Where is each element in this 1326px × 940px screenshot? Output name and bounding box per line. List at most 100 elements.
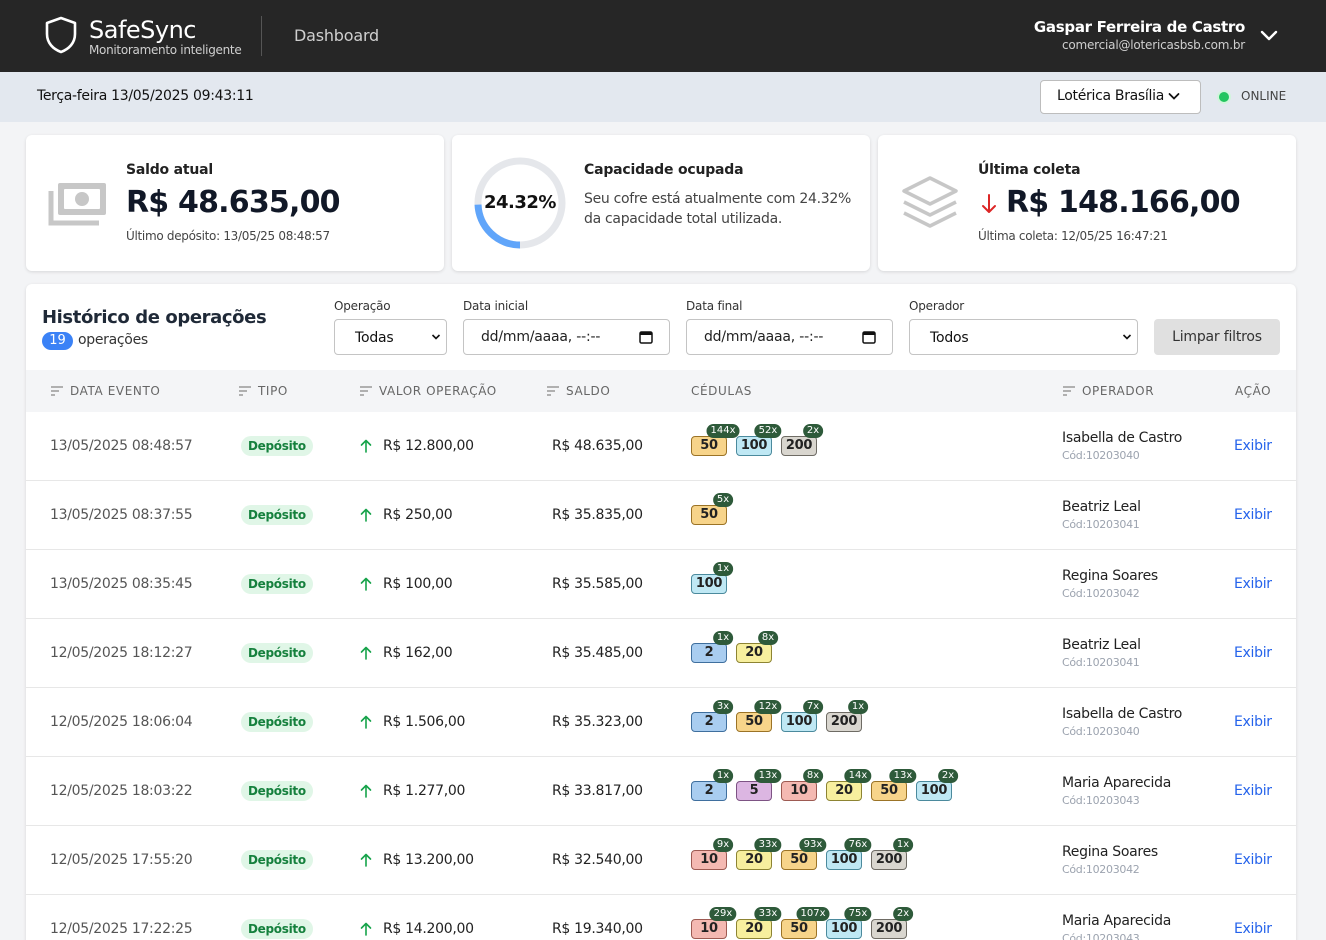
- row-divider: [26, 825, 1296, 826]
- banknote-quantity: 75x: [844, 907, 872, 921]
- banknote-quantity: 93x: [799, 838, 827, 852]
- row-view-link[interactable]: Exibir: [1234, 714, 1272, 730]
- col-type[interactable]: TIPO: [258, 384, 288, 398]
- status-dot: [1219, 92, 1229, 102]
- operations-count-label: operações: [78, 332, 148, 348]
- banknote-chip: 200: [871, 850, 907, 870]
- arrow-up-icon: [360, 784, 372, 798]
- nav-dashboard[interactable]: Dashboard: [294, 26, 379, 45]
- banknote-quantity: 29x: [709, 907, 737, 921]
- balance-label: Saldo atual: [126, 162, 213, 178]
- row-value: R$ 12.800,00: [383, 438, 474, 454]
- row-date: 13/05/2025 08:37:55: [50, 507, 193, 523]
- banknote-chip: 20: [826, 781, 862, 801]
- status-text: ONLINE: [1241, 89, 1287, 103]
- banknote-quantity: 5x: [712, 493, 734, 507]
- capacity-text-line: Seu cofre está atualmente com 24.32%: [584, 191, 851, 207]
- store-select-value: Lotérica Brasília: [1057, 88, 1164, 104]
- row-view-link[interactable]: Exibir: [1234, 507, 1272, 523]
- collection-value: R$ 148.166,00: [1006, 185, 1241, 220]
- sort-icon[interactable]: [360, 386, 372, 396]
- operator-filter-label: Operador: [909, 299, 965, 313]
- row-balance: R$ 35.323,00: [552, 714, 643, 730]
- capacity-text-line: da capacidade total utilizada.: [584, 211, 782, 227]
- banknote-chip: 20: [736, 850, 772, 870]
- row-operator-code: Cód:10203042: [1062, 587, 1140, 600]
- row-operator-code: Cód:10203040: [1062, 725, 1140, 738]
- banknote-quantity: 8x: [757, 631, 779, 645]
- row-operator: Beatriz Leal: [1062, 637, 1141, 653]
- col-notes: CÉDULAS: [691, 384, 752, 398]
- operations-count-badge: 19: [42, 332, 73, 350]
- row-date: 12/05/2025 17:55:20: [50, 852, 193, 868]
- row-value: R$ 162,00: [383, 645, 453, 661]
- banknote-quantity: 1x: [712, 631, 734, 645]
- collection-label: Última coleta: [978, 162, 1081, 178]
- banknote-chip: 100: [826, 919, 862, 939]
- col-operator[interactable]: OPERADOR: [1082, 384, 1154, 398]
- row-operator: Maria Aparecida: [1062, 775, 1171, 791]
- sort-icon[interactable]: [239, 386, 251, 396]
- row-view-link[interactable]: Exibir: [1234, 576, 1272, 592]
- history-title: Histórico de operações: [42, 307, 267, 328]
- banknote-chip: 50: [691, 436, 727, 456]
- banknote-chip: 50: [871, 781, 907, 801]
- store-select[interactable]: Lotérica Brasília: [1040, 80, 1201, 114]
- row-view-link[interactable]: Exibir: [1234, 783, 1272, 799]
- operation-filter-select[interactable]: Todas: [334, 319, 447, 355]
- current-datetime: Terça-feira 13/05/2025 09:43:11: [37, 88, 254, 104]
- row-type-badge: Depósito: [241, 643, 313, 663]
- banknote-chip: 5: [736, 781, 772, 801]
- banknote-quantity: 2x: [937, 769, 959, 783]
- operator-filter-select[interactable]: Todos: [909, 319, 1138, 355]
- banknote-chip: 50: [781, 850, 817, 870]
- sort-icon[interactable]: [1063, 386, 1075, 396]
- start-date-label: Data inicial: [463, 299, 528, 313]
- row-balance: R$ 35.485,00: [552, 645, 643, 661]
- row-view-link[interactable]: Exibir: [1234, 645, 1272, 661]
- col-value[interactable]: VALOR OPERAÇÃO: [379, 384, 497, 398]
- clear-filters-button[interactable]: Limpar filtros: [1154, 319, 1280, 355]
- row-operator: Beatriz Leal: [1062, 499, 1141, 515]
- row-balance: R$ 32.540,00: [552, 852, 643, 868]
- row-view-link[interactable]: Exibir: [1234, 438, 1272, 454]
- row-type-badge: Depósito: [241, 574, 313, 594]
- banknote-quantity: 1x: [892, 838, 914, 852]
- banknote-quantity: 1x: [712, 769, 734, 783]
- row-divider: [26, 687, 1296, 688]
- row-operator-code: Cód:10203043: [1062, 932, 1140, 940]
- row-date: 12/05/2025 18:06:04: [50, 714, 193, 730]
- banknote-chip: 100: [826, 850, 862, 870]
- row-divider: [26, 480, 1296, 481]
- arrow-up-icon: [360, 715, 372, 729]
- brand-subtitle: Monitoramento inteligente: [89, 43, 242, 57]
- row-view-link[interactable]: Exibir: [1234, 921, 1272, 937]
- sort-icon[interactable]: [51, 386, 63, 396]
- row-type-badge: Depósito: [241, 505, 313, 525]
- row-type-badge: Depósito: [241, 919, 313, 939]
- row-view-link[interactable]: Exibir: [1234, 852, 1272, 868]
- banknote-chip: 50: [691, 505, 727, 525]
- chevron-down-icon[interactable]: [1259, 27, 1279, 43]
- start-date-input[interactable]: dd/mm/aaaa, --:--: [463, 319, 670, 355]
- row-divider: [26, 894, 1296, 895]
- banknote-quantity: 144x: [706, 424, 740, 438]
- calendar-icon[interactable]: [639, 330, 653, 344]
- banknote-chip: 100: [736, 436, 772, 456]
- calendar-icon[interactable]: [862, 330, 876, 344]
- end-date-input[interactable]: dd/mm/aaaa, --:--: [686, 319, 893, 355]
- row-operator: Regina Soares: [1062, 844, 1158, 860]
- banknote-quantity: 2x: [802, 424, 824, 438]
- col-balance[interactable]: SALDO: [566, 384, 610, 398]
- banknote-chip: 2: [691, 643, 727, 663]
- banknote-chip: 100: [781, 712, 817, 732]
- banknote-chip: 2: [691, 712, 727, 732]
- row-balance: R$ 33.817,00: [552, 783, 643, 799]
- row-operator-code: Cód:10203041: [1062, 518, 1140, 531]
- banknote-chip: 10: [781, 781, 817, 801]
- end-date-value: dd/mm/aaaa, --:--: [704, 329, 824, 345]
- row-value: R$ 1.277,00: [383, 783, 466, 799]
- sort-icon[interactable]: [547, 386, 559, 396]
- col-date[interactable]: DATA EVENTO: [70, 384, 160, 398]
- row-operator-code: Cód:10203040: [1062, 449, 1140, 462]
